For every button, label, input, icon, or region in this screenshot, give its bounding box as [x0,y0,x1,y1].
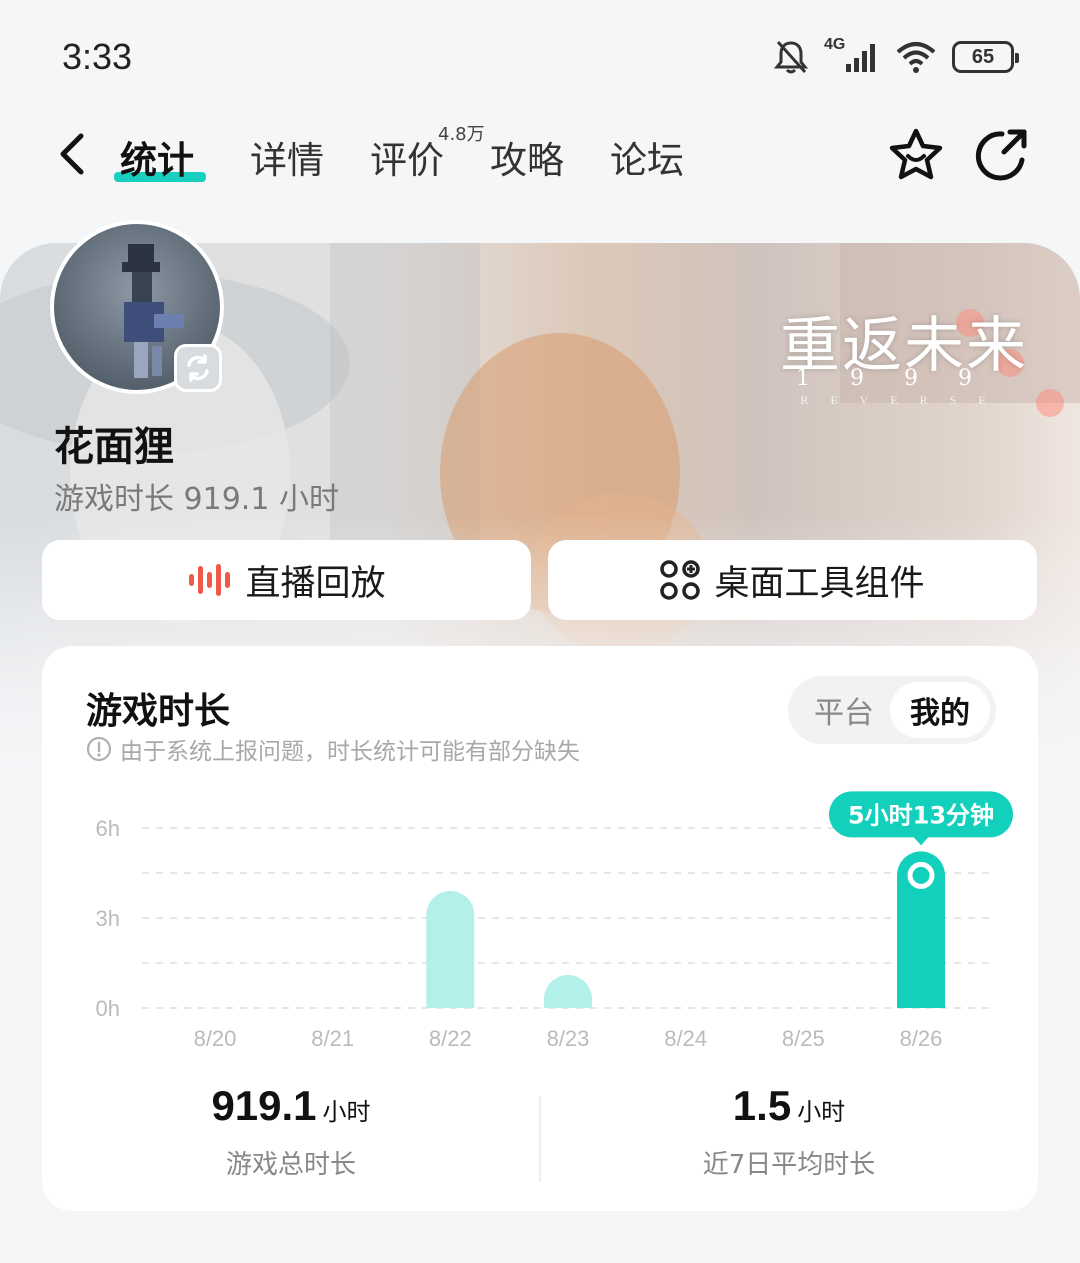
tab-stats[interactable]: 统计 [120,130,194,184]
chart-x-tick-label: 8/22 [429,1026,472,1051]
reviews-count-badge: 4.8万 [438,124,485,145]
chart-x-tick-label: 8/25 [782,1026,825,1051]
battery-icon: 65 [952,41,1019,73]
game-logo: 重返未来 1999 REVERSE [780,297,1028,408]
desktop-widget-label: 桌面工具组件 [714,563,925,604]
chart-bar [426,891,475,1008]
chart-y-tick-label: 6h [96,816,120,841]
username: 花面狸 [54,424,174,470]
swap-icon [187,354,209,382]
playtime-card: 游戏时长 由于系统上报问题，时长统计可能有部分缺失 平台 我的 0h 3h 6h 8/… [42,646,1038,1211]
game-logo-en: REVERSE [800,393,1008,407]
star-icon[interactable] [886,126,946,186]
desktop-widget-button[interactable]: 桌面工具组件 [548,540,1037,620]
chart-tooltip-label: 5小时13分钟 [848,801,994,829]
toggle-mine[interactable]: 我的 [890,682,990,738]
tab-forum[interactable]: 论坛 [610,130,684,184]
chart-y-tick-label: 0h [96,996,120,1021]
playtime-summary: 游戏时长 919.1 小时 [54,482,339,517]
mute-bell-icon [773,40,809,74]
chart-bar [897,851,945,1008]
info-icon [86,736,112,762]
widget-grid-icon [660,560,701,600]
chart-bar [544,975,592,1008]
chart-x-tick-label: 8/26 [900,1026,943,1051]
game-logo-number: 1999 [796,366,1012,391]
average-playtime-unit: 小时 [797,1098,846,1126]
signal-icon: 4G [824,36,880,76]
total-playtime-value: 919.1 [211,1082,317,1129]
share-icon[interactable] [972,126,1032,186]
average-playtime-stat: 1.5 小时 近7日平均时长 [540,1082,1038,1181]
status-icons: 4G 65 [772,36,1019,76]
chart-y-tick-label: 3h [96,906,120,931]
total-playtime-stat: 919.1 小时 游戏总时长 [42,1082,540,1181]
card-note-text: 由于系统上报问题，时长统计可能有部分缺失 [120,739,580,765]
back-button[interactable] [50,128,94,180]
tab-details[interactable]: 详情 [250,130,324,184]
card-title: 游戏时长 [86,691,231,732]
status-time: 3:33 [62,36,133,77]
data-source-toggle: 平台 我的 [788,676,996,744]
back-icon [60,133,84,175]
chart-tooltip-pointer [913,836,929,846]
status-bar: 3:33 4G 65 [0,0,1080,110]
tab-guides[interactable]: 攻略 [490,130,564,184]
live-replay-button[interactable]: 直播回放 [42,540,531,620]
tab-reviews[interactable]: 评价 [370,130,444,184]
wifi-icon [896,42,936,73]
live-replay-label: 直播回放 [245,563,386,604]
chart-x-tick-label: 8/21 [311,1026,354,1051]
audio-wave-icon [189,564,231,596]
total-playtime-unit: 小时 [322,1098,371,1126]
chart-x-tick-label: 8/23 [547,1026,590,1051]
chart-x-tick-label: 8/20 [194,1026,237,1051]
total-playtime-label: 游戏总时长 [225,1150,356,1180]
card-note: 由于系统上报问题，时长统计可能有部分缺失 [86,732,580,766]
toggle-platform[interactable]: 平台 [794,682,894,738]
switch-account-button[interactable] [174,344,222,392]
average-playtime-value: 1.5 [732,1082,792,1129]
playtime-bar-chart: 0h 3h 6h 8/20 8/21 8/22 8/23 8/24 8/25 8/26 5小时13分… [96,791,1013,1051]
battery-level: 65 [971,45,995,68]
top-nav: 统计 详情 评价 4.8万 攻略 论坛 [0,110,1080,210]
average-playtime-label: 近7日平均时长 [702,1150,876,1180]
chart-x-tick-label: 8/24 [664,1026,707,1051]
